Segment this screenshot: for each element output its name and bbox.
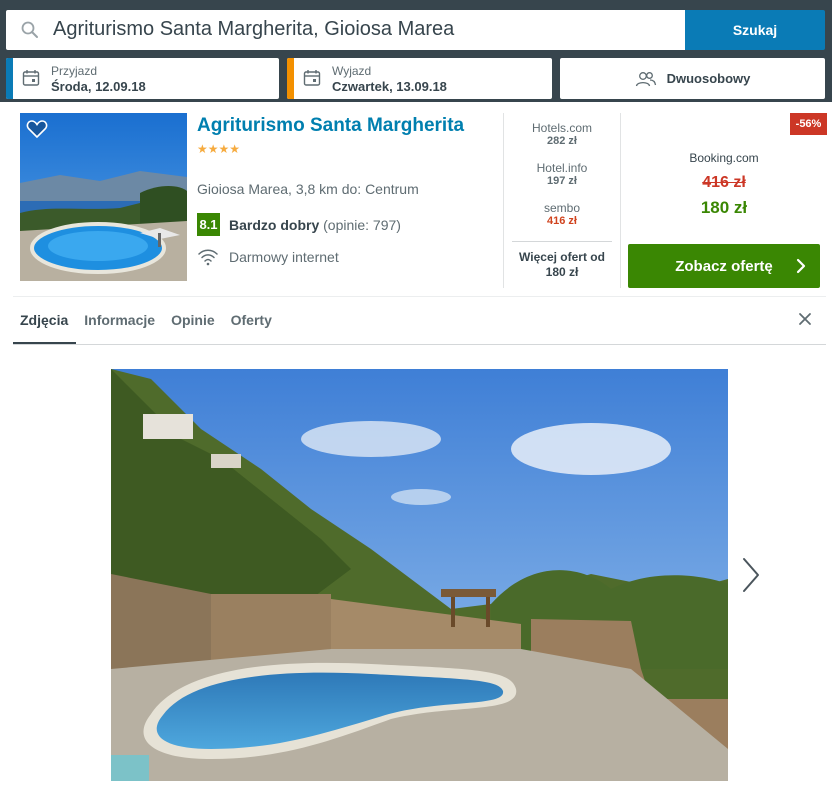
checkout-value: Czwartek, 13.09.18 — [332, 79, 447, 94]
hotel-name-link[interactable]: Agriturismo Santa Margherita — [197, 115, 464, 137]
offer-site: Hotel.info — [536, 161, 588, 175]
best-deal-site: Booking.com — [689, 151, 759, 165]
offer-item[interactable]: Hotel.info 197 zł — [504, 161, 620, 187]
offer-item[interactable]: Hotels.com 282 zł — [504, 121, 620, 147]
checkout-accent — [287, 58, 294, 99]
offer-price: 282 zł — [547, 135, 577, 147]
detail-tabs: Zdjęcia Informacje Opinie Oferty — [13, 311, 280, 345]
rating-score[interactable]: 8.1 — [197, 213, 220, 236]
search-header: Agriturismo Santa Margherita, Gioiosa Ma… — [0, 0, 832, 102]
search-icon — [21, 21, 38, 38]
gallery-photo[interactable] — [111, 369, 728, 781]
tabs-divider — [13, 344, 826, 345]
rating-reviews: (opinie: 797) — [323, 217, 401, 233]
more-offers-label: Więcej ofert od — [519, 250, 605, 264]
row-divider — [13, 296, 826, 297]
view-deal-button[interactable]: Zobacz ofertę — [628, 244, 820, 288]
users-icon — [635, 71, 656, 86]
offer-price: 197 zł — [547, 175, 577, 187]
close-icon[interactable] — [797, 311, 813, 327]
checkin-value: Środa, 12.09.18 — [51, 79, 146, 94]
offer-item[interactable]: sembo 416 zł — [504, 201, 620, 227]
view-deal-label: Zobacz ofertę — [675, 257, 773, 275]
calendar-icon — [303, 70, 321, 86]
heart-icon[interactable] — [26, 118, 48, 140]
tab-reviews[interactable]: Opinie — [163, 311, 223, 344]
hotel-location[interactable]: Gioiosa Marea, 3,8 km do: Centrum — [197, 181, 419, 197]
tab-photos[interactable]: Zdjęcia — [13, 311, 77, 344]
old-price: 416 zł — [702, 174, 746, 191]
offer-price: 416 zł — [547, 215, 577, 227]
discount-badge: -56% — [790, 113, 827, 135]
next-photo-arrow[interactable] — [736, 553, 766, 597]
wifi-icon — [198, 249, 218, 266]
search-input[interactable]: Agriturismo Santa Margherita, Gioiosa Ma… — [6, 10, 686, 50]
column-divider — [620, 113, 621, 288]
deal-price: 180 zł — [700, 198, 748, 217]
checkin-label: Przyjazd — [51, 64, 98, 78]
tab-offers[interactable]: Oferty — [223, 311, 280, 344]
hotel-stars: ★★★★ — [197, 142, 241, 156]
search-query[interactable]: Agriturismo Santa Margherita, Gioiosa Ma… — [53, 18, 454, 41]
chevron-right-icon — [796, 258, 806, 274]
rating-label: Bardzo dobry — [229, 217, 320, 233]
checkout-field[interactable]: Wyjazd Czwartek, 13.09.18 — [287, 58, 552, 99]
more-offers-price: 180 zł — [545, 265, 579, 279]
room-type-selector[interactable]: Dwuosobowy — [560, 58, 825, 99]
calendar-icon — [22, 70, 40, 86]
room-type-label: Dwuosobowy — [666, 71, 751, 86]
offer-site: sembo — [543, 201, 581, 215]
amenity-wifi-label: Darmowy internet — [229, 249, 339, 265]
tab-info[interactable]: Informacje — [76, 311, 163, 344]
search-button[interactable]: Szukaj — [685, 10, 825, 50]
checkin-field[interactable]: Przyjazd Środa, 12.09.18 — [6, 58, 279, 99]
rating-summary[interactable]: Bardzo dobry (opinie: 797) — [229, 217, 401, 233]
checkout-label: Wyjazd — [332, 64, 372, 78]
more-offers-link[interactable]: Więcej ofert od 180 zł — [512, 241, 612, 280]
offer-site: Hotels.com — [531, 121, 593, 135]
checkin-accent — [6, 58, 13, 99]
